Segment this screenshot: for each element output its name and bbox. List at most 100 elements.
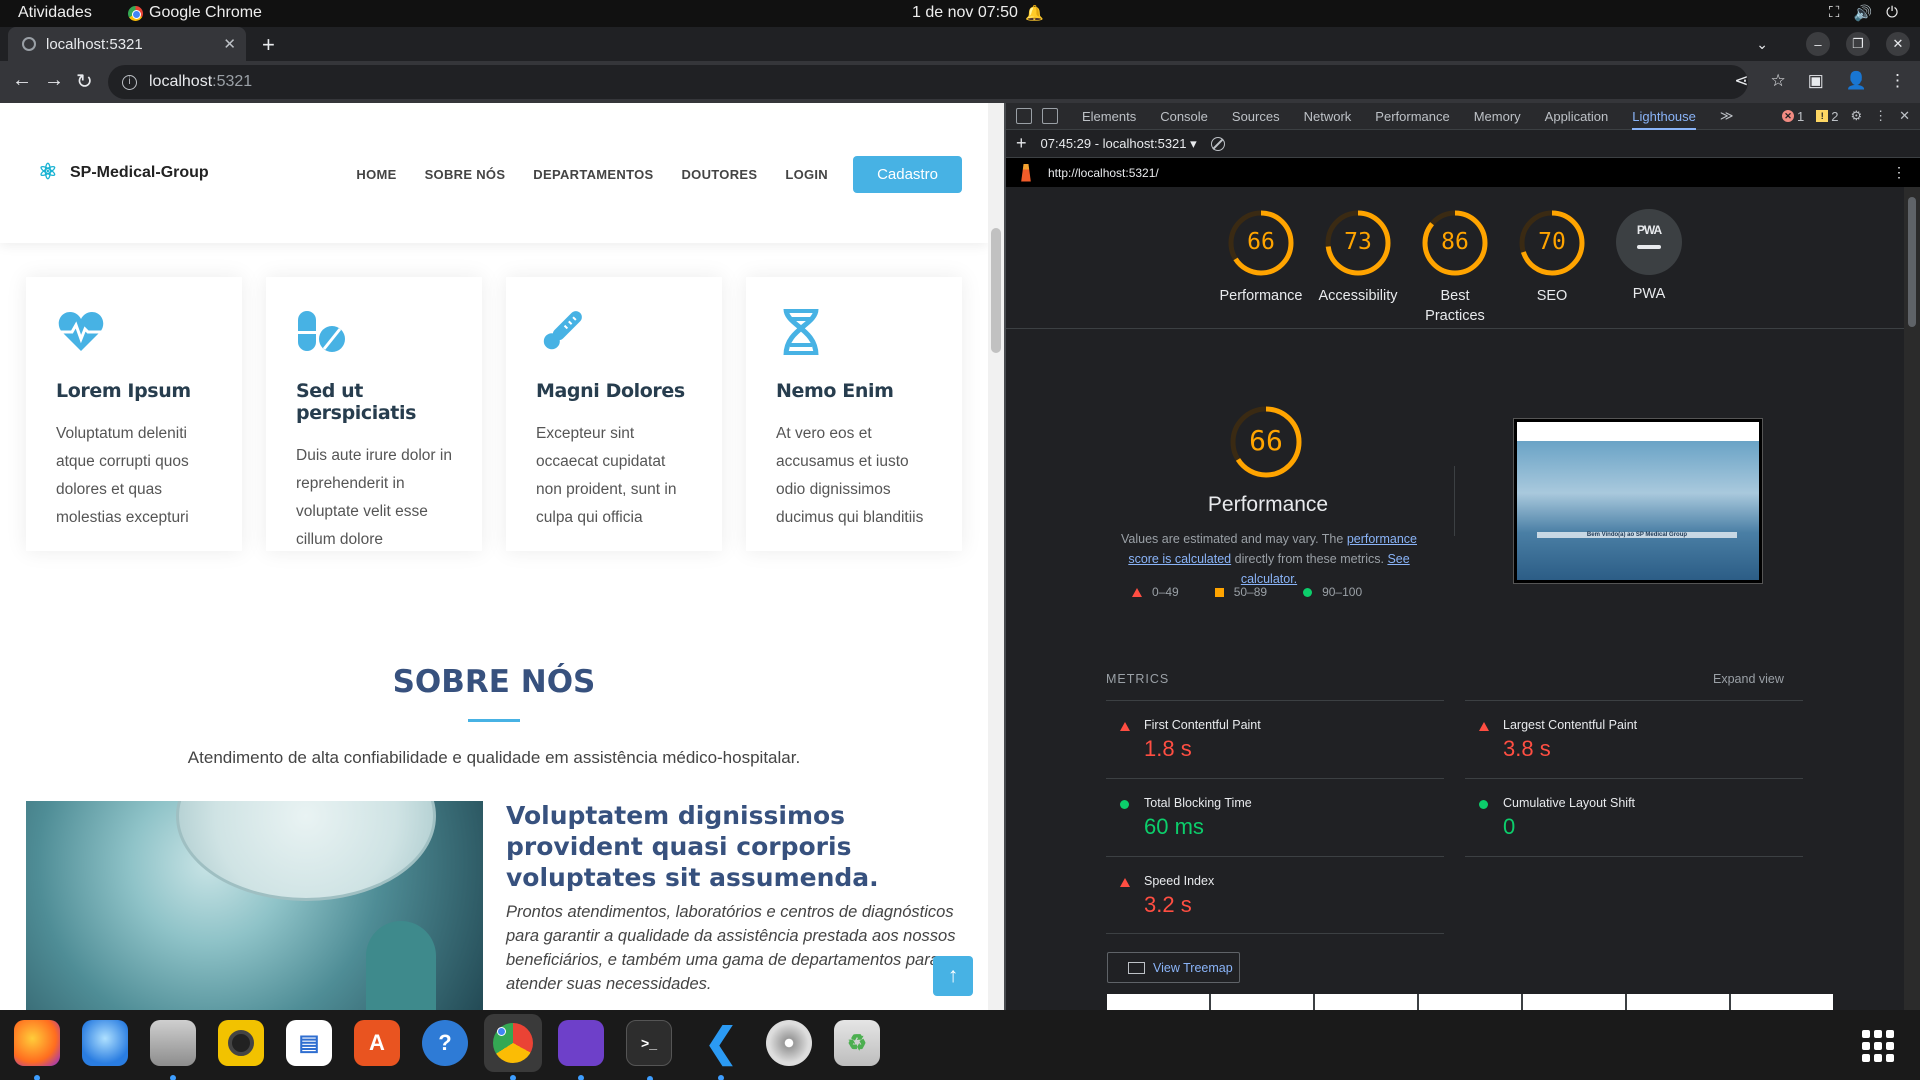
nav-home[interactable]: HOME xyxy=(356,167,396,182)
tab-elements[interactable]: Elements xyxy=(1082,109,1136,124)
disc-icon[interactable] xyxy=(766,1020,812,1066)
more-tabs-icon[interactable]: ≫ xyxy=(1720,108,1734,124)
site-logo[interactable]: ⚛ SP-Medical-Group xyxy=(38,161,209,185)
power-icon: ⏻ xyxy=(1886,4,1898,21)
new-tab-button[interactable]: + xyxy=(262,32,275,58)
score-gauge-pwa[interactable]: PWA PWA xyxy=(1589,209,1709,304)
chevron-down-icon[interactable]: ⌄ xyxy=(1756,36,1768,53)
metric-speed-index: Speed Index 3.2 s xyxy=(1106,856,1444,934)
restore-button[interactable]: ❐ xyxy=(1846,32,1870,56)
help-icon[interactable]: ? xyxy=(422,1020,468,1066)
trash-icon[interactable]: ♻ xyxy=(834,1020,880,1066)
tab-sources[interactable]: Sources xyxy=(1232,109,1280,124)
nav-departamentos[interactable]: DEPARTAMENTOS xyxy=(533,167,653,182)
bookmark-star-icon[interactable]: ☆ xyxy=(1771,71,1786,91)
thunderbird-icon[interactable] xyxy=(82,1020,128,1066)
firefox-icon[interactable] xyxy=(14,1020,60,1080)
final-screenshot[interactable]: Bem Vindo(a) ao SP Medical Group xyxy=(1513,418,1763,584)
metric-tbt: Total Blocking Time 60 ms xyxy=(1106,778,1444,856)
back-to-top-button[interactable]: ↑ xyxy=(933,956,973,996)
nav-sobre-nos[interactable]: SOBRE NÓS xyxy=(425,167,506,182)
minimize-button[interactable]: – xyxy=(1806,32,1830,56)
system-tray[interactable]: ⛶ 🔊 ⏻ xyxy=(1829,4,1898,22)
forward-arrow-icon[interactable]: → xyxy=(44,69,64,92)
scrollbar-thumb[interactable] xyxy=(1908,197,1916,327)
address-bar[interactable]: i localhost:5321 xyxy=(108,65,1748,99)
metric-value: 3.2 s xyxy=(1144,892,1192,917)
app-center-icon[interactable]: A xyxy=(354,1020,400,1066)
show-apps-grid-icon[interactable] xyxy=(1862,1030,1894,1062)
divider xyxy=(1006,328,1904,329)
page-scrollbar[interactable] xyxy=(988,103,1004,1010)
tab-memory[interactable]: Memory xyxy=(1474,109,1521,124)
metric-cls: Cumulative Layout Shift 0 xyxy=(1465,778,1803,856)
cadastro-button[interactable]: Cadastro xyxy=(853,156,962,193)
clock[interactable]: 1 de nov 07:50 xyxy=(912,4,1018,22)
tab-console[interactable]: Console xyxy=(1160,109,1208,124)
pwa-icon: PWA xyxy=(1616,209,1682,275)
report-selector[interactable]: 07:45:29 - localhost:5321 ▾ xyxy=(1041,136,1197,152)
dock: ▤ A ? >_ ❮ ♻ xyxy=(0,1010,1920,1080)
lighthouse-toolbar: + 07:45:29 - localhost:5321 ▾ xyxy=(1006,130,1920,158)
writer-icon[interactable]: ▤ xyxy=(286,1020,332,1066)
average-square-icon xyxy=(1214,587,1224,597)
feature-card: Magni Dolores Excepteur sint occaecat cu… xyxy=(506,277,722,551)
nav-login[interactable]: LOGIN xyxy=(785,167,828,182)
device-toolbar-icon[interactable] xyxy=(1042,108,1058,124)
devtools-menu-icon[interactable]: ⋮ xyxy=(1874,108,1887,124)
chrome-icon[interactable] xyxy=(484,1014,542,1080)
view-treemap-button[interactable]: View Treemap xyxy=(1107,952,1240,983)
kebab-menu-icon[interactable]: ⋮ xyxy=(1889,71,1906,91)
tab-network[interactable]: Network xyxy=(1304,109,1352,124)
tab-application[interactable]: Application xyxy=(1545,109,1609,124)
thermometer-icon xyxy=(543,311,582,350)
screenshot-image: Bem Vindo(a) ao SP Medical Group xyxy=(1517,422,1759,580)
expand-view-toggle[interactable]: Expand view xyxy=(1713,672,1784,686)
terminal-icon[interactable]: >_ xyxy=(626,1020,672,1080)
warning-count[interactable]: ! 2 xyxy=(1816,109,1838,124)
files-icon[interactable] xyxy=(150,1020,196,1080)
card-text: At vero eos et accusamus et iusto odio d… xyxy=(776,425,924,526)
report-menu-icon[interactable]: ⋮ xyxy=(1892,164,1906,181)
filmstrip-frame xyxy=(1419,994,1521,1010)
vscode-icon[interactable]: ❮ xyxy=(698,1020,744,1080)
share-icon[interactable]: ⋖ xyxy=(1734,71,1748,91)
browser-tab[interactable]: localhost:5321 ✕ xyxy=(8,27,246,61)
activities-button[interactable]: Atividades xyxy=(18,4,92,22)
dna-icon xyxy=(783,308,819,356)
fail-triangle-icon xyxy=(1132,587,1142,597)
profile-icon[interactable]: 👤 xyxy=(1846,71,1867,91)
browser-toolbar: ← → ↻ i localhost:5321 ⋖ ☆ ▣ 👤 ⋮ xyxy=(0,61,1920,103)
close-devtools-icon[interactable]: ✕ xyxy=(1899,108,1910,124)
score-value: 86 xyxy=(1441,229,1469,255)
system-top-bar: Atividades Google Chrome 1 de nov 07:50 … xyxy=(0,0,1920,27)
settings-gear-icon[interactable]: ⚙ xyxy=(1850,108,1862,124)
side-panel-icon[interactable]: ▣ xyxy=(1808,71,1824,91)
running-indicator xyxy=(718,1075,724,1080)
pwa-badge-text: PWA xyxy=(1636,223,1662,237)
card-title: Nemo Enim xyxy=(776,380,894,402)
close-tab-icon[interactable]: ✕ xyxy=(223,35,236,53)
error-count[interactable]: ✕ 1 xyxy=(1781,109,1804,124)
grid-dot xyxy=(1886,1030,1894,1038)
back-arrow-icon[interactable]: ← xyxy=(12,69,32,92)
reload-icon[interactable]: ↻ xyxy=(76,69,93,94)
performance-title: Performance xyxy=(1207,493,1329,516)
inspect-element-icon[interactable] xyxy=(1016,108,1032,124)
metric-name: First Contentful Paint xyxy=(1144,718,1261,732)
site-info-icon[interactable]: i xyxy=(122,74,137,90)
nav-doutores[interactable]: DOUTORES xyxy=(681,167,757,182)
rhythmbox-icon[interactable] xyxy=(218,1020,264,1066)
scrollbar-thumb[interactable] xyxy=(991,228,1001,353)
clear-reports-icon[interactable] xyxy=(1210,136,1225,151)
new-report-icon[interactable]: + xyxy=(1016,133,1027,154)
github-desktop-icon[interactable] xyxy=(558,1020,604,1080)
report-url[interactable]: http://localhost:5321/ xyxy=(1048,166,1159,180)
tab-lighthouse[interactable]: Lighthouse xyxy=(1632,109,1696,130)
tab-performance[interactable]: Performance xyxy=(1375,109,1449,124)
report-scrollbar[interactable] xyxy=(1904,187,1920,1010)
app-menu[interactable]: Google Chrome xyxy=(128,4,262,22)
title-underline xyxy=(468,719,520,722)
close-window-button[interactable]: ✕ xyxy=(1886,32,1910,56)
filmstrip-frame xyxy=(1211,994,1313,1010)
